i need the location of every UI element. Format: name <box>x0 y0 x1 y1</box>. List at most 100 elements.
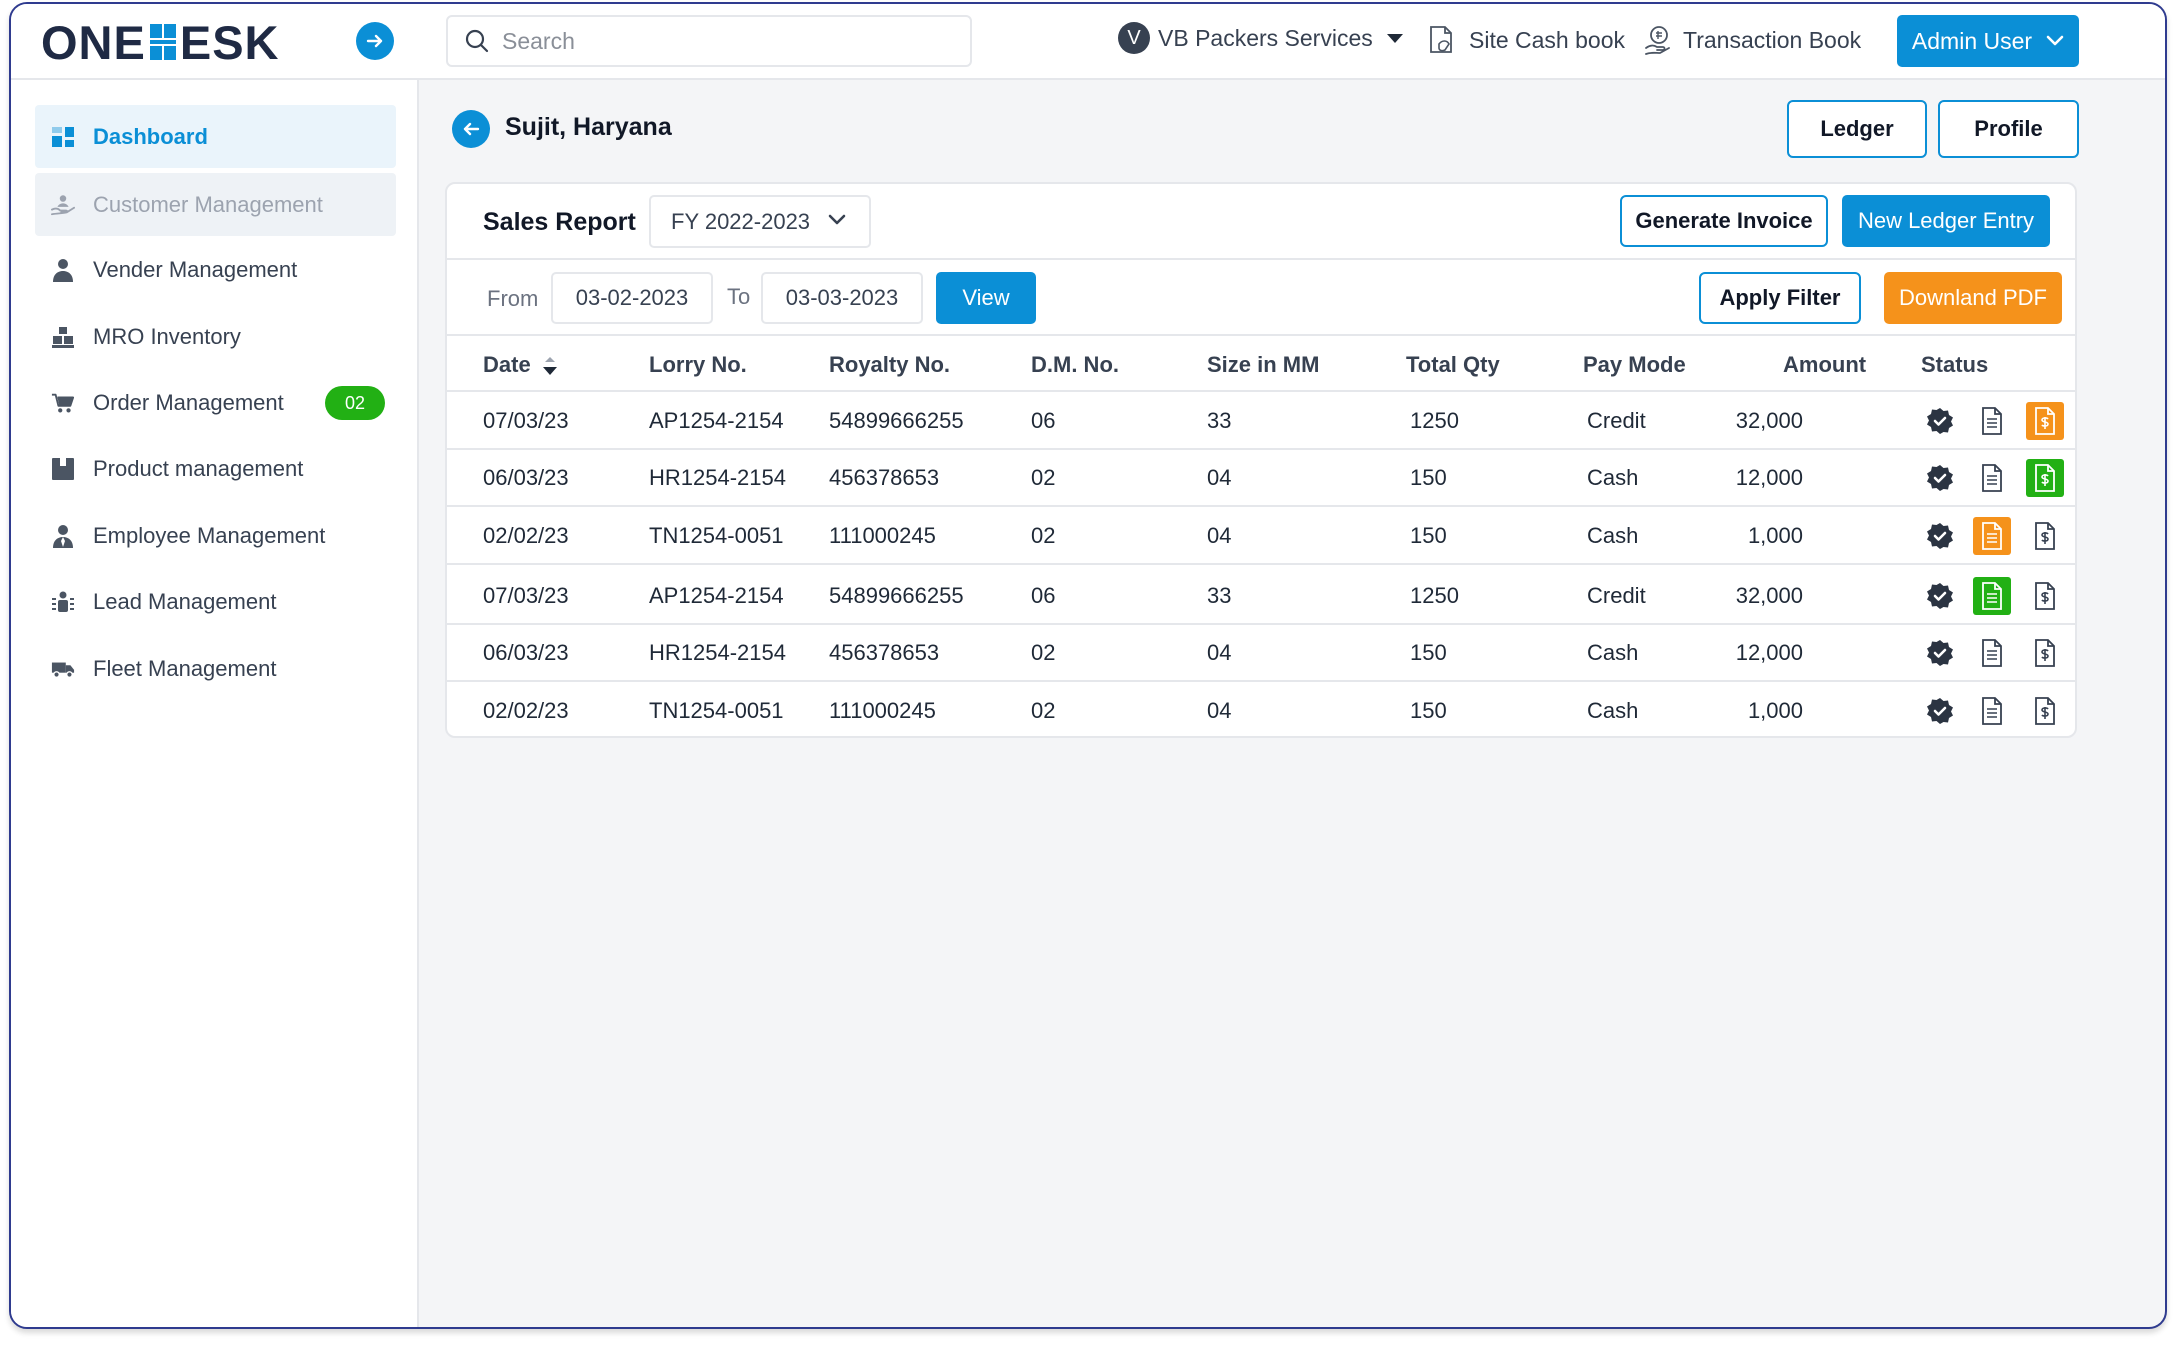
verified-badge-icon[interactable] <box>1921 634 1959 672</box>
invoice-icon[interactable] <box>2026 517 2064 555</box>
sidebar-item-label: Employee Management <box>93 522 326 548</box>
column-header-qty: Total Qty <box>1406 352 1500 377</box>
document-icon[interactable] <box>1973 577 2011 615</box>
report-header: Sales Report FY 2022-2023 Generate Invoi… <box>447 184 2075 260</box>
cell-size: 04 <box>1207 640 1232 665</box>
document-icon[interactable] <box>1973 402 2011 440</box>
cell-date: 02/02/23 <box>483 698 569 723</box>
column-header-dm: D.M. No. <box>1031 352 1119 377</box>
search-box[interactable] <box>446 15 972 67</box>
caret-down-icon <box>1386 34 1403 43</box>
app-logo[interactable]: ONE ESK <box>41 16 280 69</box>
sidebar-item-dashboard[interactable]: Dashboard <box>35 105 396 168</box>
apply-filter-button[interactable]: Apply Filter <box>1699 272 1861 324</box>
document-icon[interactable] <box>1973 634 2011 672</box>
sidebar-item-label: Product management <box>93 455 304 481</box>
verified-badge-icon[interactable] <box>1921 692 1959 730</box>
from-date-input[interactable]: 03-02-2023 <box>551 272 713 324</box>
verified-badge-icon[interactable] <box>1921 517 1959 555</box>
chevron-down-icon <box>2046 35 2064 46</box>
sidebar-item-product-management[interactable]: Product management <box>35 437 396 500</box>
ledger-button[interactable]: Ledger <box>1787 100 1927 158</box>
from-label: From <box>487 286 539 311</box>
sidebar-item-mro-inventory[interactable]: MRO Inventory <box>35 305 396 368</box>
cell-lorry: HR1254-2154 <box>649 465 786 490</box>
cell-lorry: AP1254-2154 <box>649 583 784 608</box>
invoice-icon[interactable] <box>2026 459 2064 497</box>
customer-icon <box>51 193 75 217</box>
admin-user-menu[interactable]: Admin User <box>1897 15 2079 67</box>
sidebar-item-vender-management[interactable]: Vender Management <box>35 238 396 301</box>
sidebar-toggle-button[interactable] <box>356 22 394 60</box>
to-label: To <box>727 284 751 309</box>
invoice-icon[interactable] <box>2026 577 2064 615</box>
document-icon[interactable] <box>1973 692 2011 730</box>
invoice-icon[interactable] <box>2026 634 2064 672</box>
status-actions <box>1921 459 2071 497</box>
fiscal-year-value: FY 2022-2023 <box>671 208 811 234</box>
site-cash-book-link[interactable]: Site Cash book <box>1427 24 1625 56</box>
back-button[interactable] <box>452 110 490 148</box>
search-input[interactable] <box>502 27 922 55</box>
cell-royalty: 456378653 <box>829 465 940 490</box>
table-row[interactable]: 02/02/23 TN1254-0051 111000245 02 04 150 Cash 1… <box>447 682 2075 736</box>
arrow-right-icon <box>366 34 383 48</box>
cell-size: 04 <box>1207 698 1232 723</box>
sidebar-item-label: Dashboard <box>93 123 208 149</box>
transaction-book-link[interactable]: Transaction Book <box>1643 24 1861 56</box>
column-header-date[interactable]: Date <box>483 352 559 378</box>
cell-lorry: HR1254-2154 <box>649 640 786 665</box>
sidebar-item-customer-management[interactable]: Customer Management <box>35 173 396 236</box>
to-date-input[interactable]: 03-03-2023 <box>761 272 923 324</box>
document-icon[interactable] <box>1973 517 2011 555</box>
report-title: Sales Report <box>483 208 636 236</box>
cell-dm: 02 <box>1031 523 1056 548</box>
sidebar-item-label: Fleet Management <box>93 655 277 681</box>
transaction-icon <box>1645 26 1670 55</box>
sidebar-item-employee-management[interactable]: Employee Management <box>35 504 396 567</box>
app-window: ONE ESK V VB Packers Services Site Cash <box>9 2 2167 1329</box>
sidebar-item-lead-management[interactable]: Lead Management <box>35 570 396 633</box>
column-label: Date <box>483 352 531 377</box>
document-icon[interactable] <box>1973 459 2011 497</box>
table-row[interactable]: 06/03/23 HR1254-2154 456378653 02 04 150 Cash 1… <box>447 449 2075 507</box>
fiscal-year-select[interactable]: FY 2022-2023 <box>649 195 871 248</box>
table-row[interactable]: 02/02/23 TN1254-0051 111000245 02 04 150 Cash 1… <box>447 507 2075 565</box>
invoice-icon[interactable] <box>2026 402 2064 440</box>
sidebar-item-label: Order Management <box>93 389 284 415</box>
table-row[interactable]: 06/03/23 HR1254-2154 456378653 02 04 150 Cash 1… <box>447 624 2075 682</box>
cell-amount: 32,000 <box>1735 408 1803 433</box>
invoice-icon[interactable] <box>2026 692 2064 730</box>
view-button[interactable]: View <box>936 272 1036 324</box>
sidebar-item-label: MRO Inventory <box>93 323 241 349</box>
sales-report-card: Sales Report FY 2022-2023 Generate Invoi… <box>445 182 2077 738</box>
chevron-down-icon <box>828 214 846 225</box>
cell-amount: 1,000 <box>1747 698 1803 723</box>
sidebar-item-order-management[interactable]: Order Management 02 <box>35 371 396 434</box>
sidebar: Dashboard Customer Management Vender Man… <box>11 80 419 1327</box>
search-icon <box>465 29 489 53</box>
generate-invoice-button[interactable]: Generate Invoice <box>1620 195 1828 247</box>
inventory-icon <box>51 325 75 349</box>
profile-button[interactable]: Profile <box>1938 100 2079 158</box>
new-ledger-entry-button[interactable]: New Ledger Entry <box>1842 195 2050 247</box>
verified-badge-icon[interactable] <box>1921 459 1959 497</box>
cell-qty: 150 <box>1410 523 1447 548</box>
download-pdf-button[interactable]: Downland PDF <box>1884 272 2062 324</box>
verified-badge-icon[interactable] <box>1921 577 1959 615</box>
table-row[interactable]: 07/03/23 AP1254-2154 54899666255 06 33 1250 Cr… <box>447 567 2075 625</box>
cell-royalty: 111000245 <box>829 523 936 548</box>
table-row[interactable]: 07/03/23 AP1254-2154 54899666255 06 33 1250 Cr… <box>447 392 2075 450</box>
verified-badge-icon[interactable] <box>1921 402 1959 440</box>
site-cash-book-label: Site Cash book <box>1469 26 1625 53</box>
status-actions <box>1921 517 2071 555</box>
arrow-left-icon <box>463 122 480 136</box>
cell-size: 33 <box>1207 583 1232 608</box>
status-actions <box>1921 402 2071 440</box>
cell-size: 04 <box>1207 523 1232 548</box>
truck-icon <box>51 657 75 681</box>
sidebar-item-fleet-management[interactable]: Fleet Management <box>35 637 396 700</box>
cell-dm: 02 <box>1031 698 1056 723</box>
company-selector[interactable]: V VB Packers Services <box>1118 22 1405 54</box>
cell-royalty: 456378653 <box>829 640 940 665</box>
